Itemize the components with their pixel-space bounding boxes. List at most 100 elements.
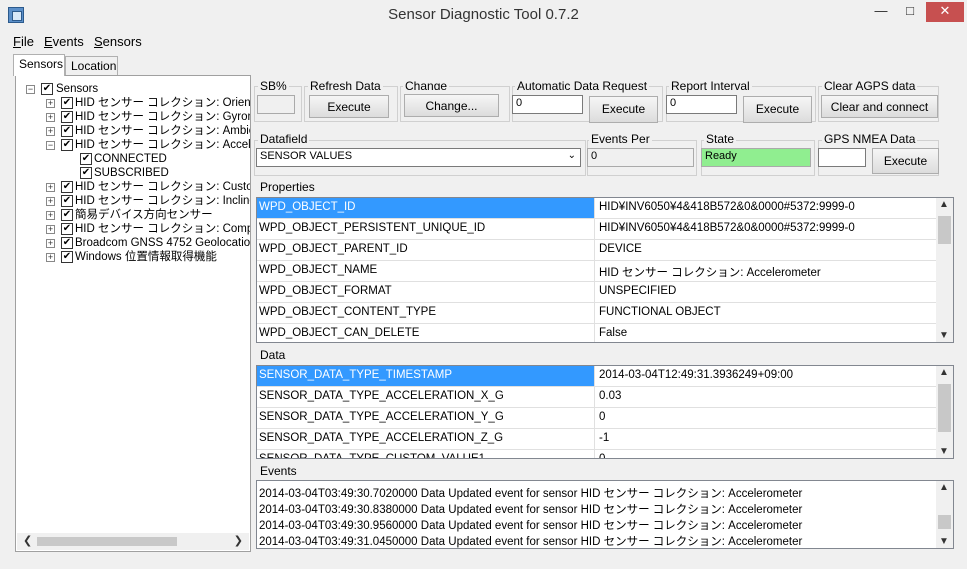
chevron-down-icon[interactable]: ▼ [939, 536, 949, 547]
property-key[interactable]: WPD_OBJECT_FORMAT [257, 282, 595, 302]
checkbox-icon[interactable]: ✔ [80, 153, 92, 165]
gps-nmea-input[interactable] [818, 148, 866, 167]
checkbox-icon[interactable]: ✔ [61, 97, 73, 109]
data-value[interactable]: 0.03 [596, 387, 936, 407]
checkbox-icon[interactable]: ✔ [80, 167, 92, 179]
scroll-right-icon[interactable]: ❯ [234, 534, 243, 547]
property-key[interactable]: WPD_OBJECT_NAME [257, 261, 595, 281]
scroll-thumb[interactable] [37, 537, 177, 546]
checkbox-icon[interactable]: ✔ [61, 139, 73, 151]
expand-icon[interactable]: + [46, 197, 55, 206]
collapse-icon[interactable]: − [46, 141, 55, 150]
data-value[interactable]: 2014-03-04T12:49:31.3936249+09:00 [596, 366, 936, 386]
events-vertical-scrollbar[interactable]: ▲ ▼ [936, 481, 953, 548]
clear-and-connect-button[interactable]: Clear and connect [821, 95, 938, 118]
property-key[interactable]: WPD_OBJECT_CONTENT_TYPE [257, 303, 595, 323]
checkbox-icon[interactable]: ✔ [61, 195, 73, 207]
property-key[interactable]: WPD_OBJECT_ID [257, 198, 595, 218]
property-key[interactable]: WPD_OBJECT_PARENT_ID [257, 240, 595, 260]
data-key[interactable]: SENSOR_DATA_TYPE_CUSTOM_VALUE1 [257, 450, 595, 458]
property-value[interactable]: HID センサー コレクション: Accelerometer [596, 261, 936, 281]
properties-vertical-scrollbar[interactable]: ▲ ▼ [936, 198, 953, 342]
table-row[interactable]: WPD_OBJECT_NAME HID センサー コレクション: Acceler… [257, 261, 937, 282]
property-value[interactable]: DEVICE [596, 240, 936, 260]
property-value[interactable]: False [596, 324, 936, 342]
menu-file[interactable]: File [13, 34, 34, 49]
chevron-up-icon[interactable]: ▲ [939, 367, 949, 378]
tab-sensors[interactable]: Sensors [13, 54, 65, 76]
property-value[interactable]: HID¥INV6050¥4&418B572&0&0000#5372:9999-0 [596, 219, 936, 239]
table-row[interactable]: WPD_OBJECT_PARENT_ID DEVICE [257, 240, 937, 261]
table-row[interactable]: SENSOR_DATA_TYPE_CUSTOM_VALUE1 0 [257, 450, 937, 458]
tree-horizontal-scrollbar[interactable]: ❮ ❯ [17, 533, 249, 550]
close-button[interactable]: ✕ [926, 2, 964, 22]
scroll-thumb[interactable] [938, 384, 951, 432]
auto-request-execute-button[interactable]: Execute [589, 96, 658, 123]
table-row[interactable]: WPD_OBJECT_CAN_DELETE False [257, 324, 937, 342]
expand-icon[interactable]: + [46, 239, 55, 248]
data-key[interactable]: SENSOR_DATA_TYPE_ACCELERATION_Y_G [257, 408, 595, 428]
auto-request-input[interactable]: 0 [512, 95, 583, 114]
checkbox-icon[interactable]: ✔ [61, 223, 73, 235]
table-row[interactable]: SENSOR_DATA_TYPE_TIMESTAMP 2014-03-04T12… [257, 366, 937, 387]
chevron-down-icon[interactable]: ⌄ [568, 150, 576, 161]
chevron-down-icon[interactable]: ▼ [939, 446, 949, 457]
refresh-label: Refresh Data [308, 79, 383, 93]
expand-icon[interactable]: + [46, 99, 55, 108]
table-row[interactable]: SENSOR_DATA_TYPE_ACCELERATION_Z_G -1 [257, 429, 937, 450]
scroll-left-icon[interactable]: ❮ [23, 534, 32, 547]
table-row[interactable]: WPD_OBJECT_PERSISTENT_UNIQUE_ID HID¥INV6… [257, 219, 937, 240]
scroll-thumb[interactable] [938, 515, 951, 529]
collapse-icon[interactable]: − [26, 85, 35, 94]
expand-icon[interactable]: + [46, 183, 55, 192]
expand-icon[interactable]: + [46, 211, 55, 220]
menu-sensors[interactable]: Sensors [94, 34, 142, 49]
scroll-thumb[interactable] [938, 216, 951, 244]
refresh-execute-button[interactable]: Execute [309, 95, 389, 118]
checkbox-icon[interactable]: ✔ [61, 181, 73, 193]
gps-nmea-execute-button[interactable]: Execute [872, 148, 939, 174]
change-button[interactable]: Change... [404, 94, 499, 117]
event-line: 2014-03-04T03:49:31.0450000 Data Updated… [259, 536, 803, 548]
property-key[interactable]: WPD_OBJECT_CAN_DELETE [257, 324, 595, 342]
data-value[interactable]: 0 [596, 408, 936, 428]
minimize-button[interactable]: — [869, 2, 893, 22]
table-row[interactable]: WPD_OBJECT_FORMAT UNSPECIFIED [257, 282, 937, 303]
expand-icon[interactable]: + [46, 225, 55, 234]
data-key[interactable]: SENSOR_DATA_TYPE_ACCELERATION_Z_G [257, 429, 595, 449]
property-key[interactable]: WPD_OBJECT_PERSISTENT_UNIQUE_ID [257, 219, 595, 239]
report-interval-execute-button[interactable]: Execute [743, 96, 812, 123]
checkbox-icon[interactable]: ✔ [41, 83, 53, 95]
chevron-up-icon[interactable]: ▲ [939, 482, 949, 493]
checkbox-icon[interactable]: ✔ [61, 237, 73, 249]
data-value[interactable]: 0 [596, 450, 936, 458]
expand-icon[interactable]: + [46, 113, 55, 122]
expand-icon[interactable]: + [46, 127, 55, 136]
tab-location[interactable]: Location [65, 56, 118, 76]
checkbox-icon[interactable]: ✔ [61, 111, 73, 123]
property-value[interactable]: FUNCTIONAL OBJECT [596, 303, 936, 323]
checkbox-icon[interactable]: ✔ [61, 251, 73, 263]
datafield-select[interactable]: SENSOR VALUES ⌄ [256, 148, 581, 167]
checkbox-icon[interactable]: ✔ [61, 209, 73, 221]
data-value[interactable]: -1 [596, 429, 936, 449]
report-interval-input[interactable]: 0 [666, 95, 737, 114]
checkbox-icon[interactable]: ✔ [61, 125, 73, 137]
property-value[interactable]: HID¥INV6050¥4&418B572&0&0000#5372:9999-0 [596, 198, 936, 218]
data-key[interactable]: SENSOR_DATA_TYPE_ACCELERATION_X_G [257, 387, 595, 407]
table-row[interactable]: WPD_OBJECT_CONTENT_TYPE FUNCTIONAL OBJEC… [257, 303, 937, 324]
data-key[interactable]: SENSOR_DATA_TYPE_TIMESTAMP [257, 366, 595, 386]
menu-events[interactable]: Events [44, 34, 84, 49]
data-vertical-scrollbar[interactable]: ▲ ▼ [936, 366, 953, 458]
expand-icon[interactable]: + [46, 253, 55, 262]
table-row[interactable]: SENSOR_DATA_TYPE_ACCELERATION_Y_G 0 [257, 408, 937, 429]
menu-bar: File Events Sensors [0, 31, 967, 53]
clear-agps-label: Clear AGPS data [822, 79, 918, 93]
events-log[interactable]: 2014-03-04T03:49:30.7020000 Data Updated… [256, 480, 954, 549]
chevron-up-icon[interactable]: ▲ [939, 199, 949, 210]
table-row[interactable]: WPD_OBJECT_ID HID¥INV6050¥4&418B572&0&00… [257, 198, 937, 219]
property-value[interactable]: UNSPECIFIED [596, 282, 936, 302]
maximize-button[interactable]: □ [898, 2, 922, 22]
table-row[interactable]: SENSOR_DATA_TYPE_ACCELERATION_X_G 0.03 [257, 387, 937, 408]
chevron-down-icon[interactable]: ▼ [939, 330, 949, 341]
